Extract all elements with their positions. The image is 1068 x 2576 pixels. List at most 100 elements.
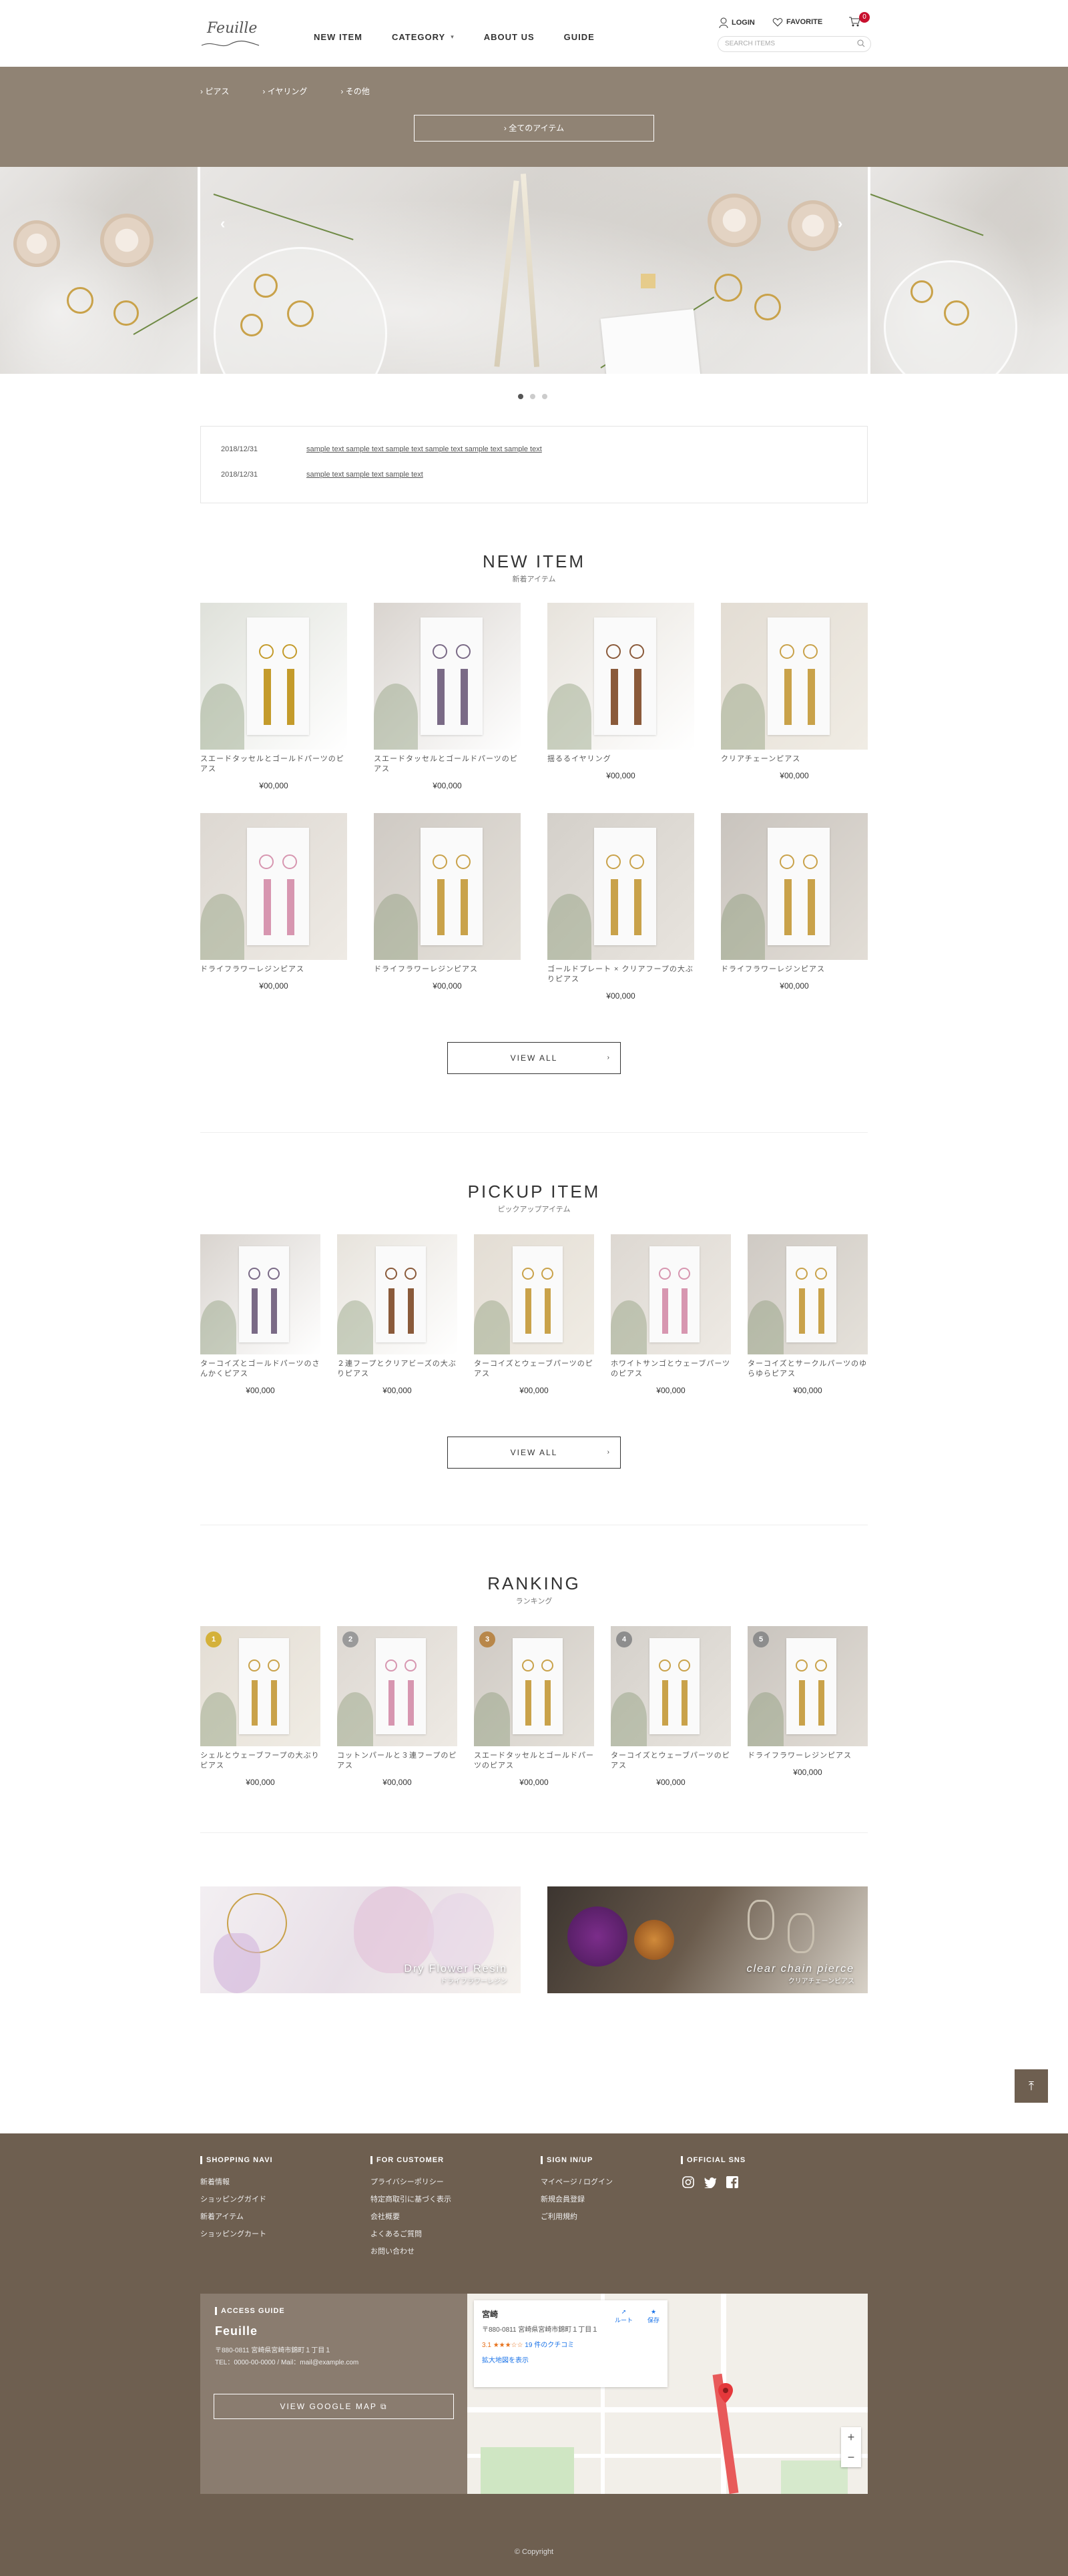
map-save-button[interactable]: ★ 保存 xyxy=(647,2308,659,2324)
product-image[interactable]: 4 xyxy=(611,1626,731,1746)
footer-link[interactable]: お問い合わせ xyxy=(370,2246,451,2256)
product-card[interactable]: ターコイズとゴールドパーツのさんかくピアス ¥00,000 xyxy=(200,1234,320,1395)
product-image[interactable]: 1 xyxy=(200,1626,320,1746)
product-card[interactable]: ドライフラワーレジンピアス ¥00,000 xyxy=(721,813,868,991)
instagram-icon[interactable] xyxy=(682,2176,694,2188)
footer-link[interactable]: 特定商取引に基づく表示 xyxy=(370,2194,451,2204)
pickup-item-view-all-button[interactable]: VIEW ALL › xyxy=(447,1437,621,1469)
product-name[interactable]: ターコイズとウェーブパーツのピアス xyxy=(611,1751,731,1771)
login-link[interactable]: LOGIN xyxy=(719,17,755,28)
slider-dot[interactable] xyxy=(518,394,523,399)
footer-link[interactable]: マイページ / ログイン xyxy=(541,2176,613,2187)
product-card[interactable]: 4 ターコイズとウェーブパーツのピアス ¥00,000 xyxy=(611,1626,731,1787)
product-image[interactable] xyxy=(547,603,694,750)
product-image[interactable] xyxy=(721,603,868,750)
search-icon[interactable] xyxy=(857,39,865,47)
news-item[interactable]: 2018/12/31 sample text sample text sampl… xyxy=(221,445,847,471)
nav-category[interactable]: CATEGORY ▾ xyxy=(392,32,455,42)
product-card[interactable]: ドライフラワーレジンピアス ¥00,000 xyxy=(200,813,347,991)
footer-link[interactable]: 新着アイテム xyxy=(200,2211,273,2222)
product-image[interactable] xyxy=(200,813,347,960)
category-link-pierce[interactable]: › ピアス xyxy=(200,85,229,97)
product-card[interactable]: 揺るるイヤリング ¥00,000 xyxy=(547,603,694,780)
product-card[interactable]: ２連フープとクリアビーズの大ぶりピアス ¥00,000 xyxy=(337,1234,457,1395)
product-name[interactable]: ターコイズとウェーブパーツのピアス xyxy=(474,1359,594,1379)
slider-dot[interactable] xyxy=(530,394,535,399)
google-map[interactable]: 宮崎 〒880-0811 宮崎県宮崎市錦町１丁目１ 3.1 ★★★☆☆ 19 件… xyxy=(467,2294,868,2494)
product-card[interactable]: スエードタッセルとゴールドパーツのピアス ¥00,000 xyxy=(200,603,347,790)
banner-dry-flower-resin[interactable]: Dry Flower Resin ドライフラワーレジン xyxy=(200,1886,521,1993)
product-name[interactable]: ドライフラワーレジンピアス xyxy=(374,965,521,975)
page-top-button[interactable]: ⤒ xyxy=(1015,2069,1048,2103)
product-card[interactable]: 1 シェルとウェーブフープの大ぶりピアス ¥00,000 xyxy=(200,1626,320,1787)
product-name[interactable]: ドライフラワーレジンピアス xyxy=(748,1751,868,1761)
product-name[interactable]: 揺るるイヤリング xyxy=(547,754,694,764)
all-items-button[interactable]: › 全てのアイテム xyxy=(414,115,654,142)
map-zoom-controls[interactable]: + − xyxy=(841,2427,861,2467)
product-image[interactable] xyxy=(748,1234,868,1354)
favorite-link[interactable]: FAVORITE xyxy=(772,17,822,27)
new-item-view-all-button[interactable]: VIEW ALL › xyxy=(447,1042,621,1074)
product-image[interactable] xyxy=(547,813,694,960)
product-name[interactable]: ターコイズとサークルパーツのゆらゆらピアス xyxy=(748,1359,868,1379)
footer-link[interactable]: 新着情報 xyxy=(200,2176,273,2187)
nav-about-us[interactable]: ABOUT US xyxy=(484,32,535,42)
news-item[interactable]: 2018/12/31 sample text sample text sampl… xyxy=(221,471,847,496)
footer-link[interactable]: よくあるご質問 xyxy=(370,2228,451,2239)
product-image[interactable] xyxy=(337,1234,457,1354)
product-name[interactable]: ２連フープとクリアビーズの大ぶりピアス xyxy=(337,1359,457,1379)
product-name[interactable]: ドライフラワーレジンピアス xyxy=(721,965,868,975)
product-name[interactable]: シェルとウェーブフープの大ぶりピアス xyxy=(200,1751,320,1771)
map-enlarge-link[interactable]: 拡大地図を表示 xyxy=(482,2354,659,2364)
twitter-icon[interactable] xyxy=(704,2176,717,2188)
facebook-icon[interactable] xyxy=(726,2176,738,2188)
product-name[interactable]: スエードタッセルとゴールドパーツのピアス xyxy=(474,1751,594,1771)
product-name[interactable]: ホワイトサンゴとウェーブパーツのピアス xyxy=(611,1359,731,1379)
product-image[interactable]: 2 xyxy=(337,1626,457,1746)
product-image[interactable] xyxy=(374,603,521,750)
view-google-map-button[interactable]: VIEW GOOGLE MAP ⧉ xyxy=(214,2394,454,2419)
category-link-earring[interactable]: › イヤリング xyxy=(262,85,307,97)
product-name[interactable]: コットンパールと３連フープのピアス xyxy=(337,1751,457,1771)
product-image[interactable] xyxy=(200,603,347,750)
product-card[interactable]: 3 スエードタッセルとゴールドパーツのピアス ¥00,000 xyxy=(474,1626,594,1787)
product-name[interactable]: ゴールドプレート × クリアフープの大ぶりピアス xyxy=(547,965,694,985)
news-title[interactable]: sample text sample text sample text xyxy=(306,471,423,496)
hero-slide-next[interactable] xyxy=(870,167,1068,374)
slider-dot[interactable] xyxy=(542,394,547,399)
product-image[interactable] xyxy=(200,1234,320,1354)
map-pin-icon[interactable] xyxy=(718,2383,733,2403)
search-input[interactable]: SEARCH ITEMS xyxy=(718,36,871,52)
news-title[interactable]: sample text sample text sample text samp… xyxy=(306,445,542,471)
product-card[interactable]: スエードタッセルとゴールドパーツのピアス ¥00,000 xyxy=(374,603,521,790)
product-image[interactable]: 5 xyxy=(748,1626,868,1746)
footer-link[interactable]: 新規会員登録 xyxy=(541,2194,613,2204)
product-card[interactable]: ホワイトサンゴとウェーブパーツのピアス ¥00,000 xyxy=(611,1234,731,1395)
footer-link[interactable]: ショッピングカート xyxy=(200,2228,273,2239)
banner-clear-chain-pierce[interactable]: clear chain pierce クリアチェーンピアス xyxy=(547,1886,868,1993)
product-name[interactable]: スエードタッセルとゴールドパーツのピアス xyxy=(200,754,347,774)
hero-slide-current[interactable] xyxy=(200,167,868,374)
footer-link[interactable]: 会社概要 xyxy=(370,2211,451,2222)
product-name[interactable]: クリアチェーンピアス xyxy=(721,754,868,764)
product-name[interactable]: ドライフラワーレジンピアス xyxy=(200,965,347,975)
product-image[interactable]: 3 xyxy=(474,1626,594,1746)
product-card[interactable]: ドライフラワーレジンピアス ¥00,000 xyxy=(374,813,521,991)
product-image[interactable] xyxy=(474,1234,594,1354)
product-name[interactable]: ターコイズとゴールドパーツのさんかくピアス xyxy=(200,1359,320,1379)
product-image[interactable] xyxy=(611,1234,731,1354)
logo[interactable]: Feuille xyxy=(200,16,260,53)
slider-next-arrow-icon[interactable]: › xyxy=(838,215,842,232)
product-card[interactable]: ゴールドプレート × クリアフープの大ぶりピアス ¥00,000 xyxy=(547,813,694,1001)
product-image[interactable] xyxy=(374,813,521,960)
nav-guide[interactable]: GUIDE xyxy=(564,32,595,42)
product-image[interactable] xyxy=(721,813,868,960)
footer-link[interactable]: プライバシーポリシー xyxy=(370,2176,451,2187)
category-link-other[interactable]: › その他 xyxy=(340,85,369,97)
product-card[interactable]: 5 ドライフラワーレジンピアス ¥00,000 xyxy=(748,1626,868,1777)
product-card[interactable]: 2 コットンパールと３連フープのピアス ¥00,000 xyxy=(337,1626,457,1787)
product-name[interactable]: スエードタッセルとゴールドパーツのピアス xyxy=(374,754,521,774)
product-card[interactable]: クリアチェーンピアス ¥00,000 xyxy=(721,603,868,780)
hero-slide-prev[interactable] xyxy=(0,167,198,374)
slider-prev-arrow-icon[interactable]: ‹ xyxy=(220,215,225,232)
